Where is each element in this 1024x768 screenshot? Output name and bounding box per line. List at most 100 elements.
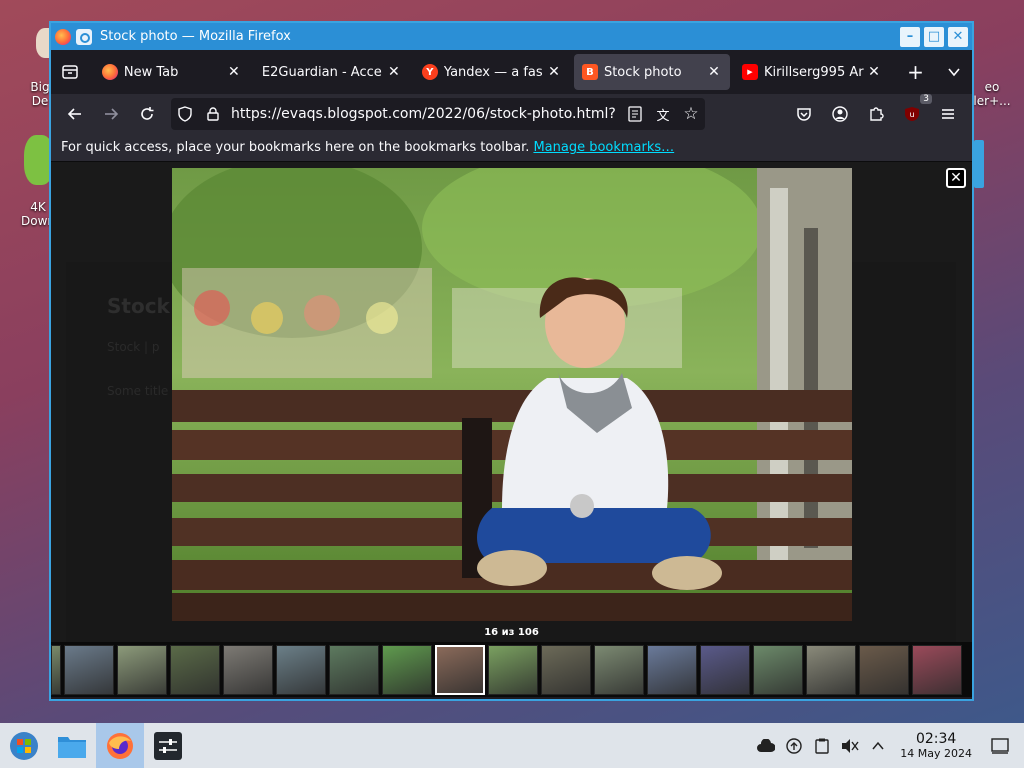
firefox-view-icon — [62, 65, 79, 79]
translate-icon[interactable]: 文 — [649, 105, 677, 124]
desktop-icon-bg-3 — [974, 140, 984, 188]
tab-stock-photo[interactable]: B Stock photo ✕ — [573, 54, 730, 90]
thumbnail[interactable] — [700, 644, 750, 695]
update-icon[interactable] — [780, 732, 808, 760]
file-manager-button[interactable] — [48, 723, 96, 768]
thumbnail[interactable] — [753, 644, 803, 695]
lightbox-photo[interactable] — [172, 168, 852, 621]
tab-new-tab[interactable]: New Tab ✕ — [94, 54, 250, 90]
firefox-view-button[interactable] — [51, 50, 90, 94]
tab-close-icon[interactable]: ✕ — [706, 64, 722, 80]
firefox-app-icon — [55, 28, 71, 45]
thumbnail[interactable] — [117, 644, 167, 695]
tab-close-icon[interactable]: ✕ — [866, 64, 882, 80]
manage-bookmarks-link[interactable]: Manage bookmarks… — [533, 140, 674, 155]
hamburger-menu-icon — [942, 109, 954, 119]
list-all-tabs-button[interactable] — [937, 54, 972, 90]
clock-date: 14 May 2024 — [900, 747, 972, 760]
thumbnail[interactable] — [594, 644, 644, 695]
close-button[interactable]: ✕ — [948, 26, 968, 47]
settings-taskbar-button[interactable] — [144, 723, 192, 768]
reload-button[interactable] — [129, 98, 165, 130]
thumbnail[interactable] — [329, 644, 379, 695]
thumbnail[interactable] — [859, 644, 909, 695]
thumbnail[interactable] — [223, 644, 273, 695]
clock[interactable]: 02:34 14 May 2024 — [900, 731, 972, 760]
volume-muted-icon[interactable] — [836, 732, 864, 760]
lightbox-counter: 16 из 106 — [484, 627, 539, 638]
tab-bar: New Tab ✕ E2Guardian - Acce ✕ Y Yandex —… — [51, 50, 972, 94]
tab-close-icon[interactable]: ✕ — [386, 64, 402, 80]
cloud-icon[interactable] — [752, 732, 780, 760]
yandex-favicon-icon: Y — [421, 64, 438, 80]
shield-icon[interactable] — [171, 106, 199, 122]
extensions-button[interactable] — [858, 98, 894, 130]
ublock-shield-icon: u — [905, 107, 919, 121]
show-desktop-icon[interactable] — [986, 732, 1014, 760]
tab-label: E2Guardian - Acce — [261, 64, 382, 80]
tab-kirillserg[interactable]: ▶ Kirillserg995 Ar ✕ — [734, 54, 890, 90]
thumbnail[interactable] — [64, 644, 114, 695]
pin-icon[interactable] — [76, 28, 92, 45]
folder-icon — [58, 736, 86, 758]
back-button[interactable] — [57, 98, 93, 130]
youtube-favicon-icon: ▶ — [741, 64, 758, 80]
clipboard-icon[interactable] — [808, 732, 836, 760]
url-bar[interactable]: https://evaqs.blogspot.com/2022/06/stock… — [171, 98, 705, 130]
lock-icon[interactable] — [199, 107, 227, 121]
thumbnail-strip[interactable] — [51, 642, 972, 697]
ublock-button[interactable]: u 3 — [894, 94, 932, 130]
firefox-taskbar-button[interactable] — [96, 723, 144, 768]
thumbnail[interactable] — [806, 644, 856, 695]
url-text[interactable]: https://evaqs.blogspot.com/2022/06/stock… — [231, 106, 621, 122]
thumbnail[interactable] — [541, 644, 591, 695]
arrow-left-icon — [67, 108, 81, 120]
reload-icon — [141, 107, 154, 120]
tab-close-icon[interactable]: ✕ — [226, 64, 242, 80]
chevron-down-icon — [948, 68, 961, 77]
lightbox-close-button[interactable]: ✕ — [946, 168, 966, 188]
start-menu-button[interactable] — [0, 723, 48, 768]
tab-label: Kirillserg995 Ar — [763, 64, 864, 80]
firefox-window: Stock photo — Mozilla Firefox – □ ✕ New … — [49, 21, 974, 701]
bookmarks-empty-message: For quick access, place your bookmarks h… — [61, 140, 530, 155]
forward-button[interactable] — [93, 98, 129, 130]
thumbnail[interactable] — [435, 644, 485, 695]
app-menu-button[interactable] — [930, 98, 966, 130]
bookmark-star-icon[interactable]: ☆ — [677, 104, 705, 124]
titlebar[interactable]: Stock photo — Mozilla Firefox – □ ✕ — [51, 23, 972, 50]
reader-view-icon[interactable] — [621, 106, 649, 122]
tab-close-icon[interactable]: ✕ — [546, 64, 562, 80]
thumbnail[interactable] — [170, 644, 220, 695]
post-body: Some title — [107, 384, 169, 398]
tab-e2guardian[interactable]: E2Guardian - Acce ✕ — [254, 54, 410, 90]
toolbar-right-icons: u 3 — [786, 94, 972, 130]
thumbnail[interactable] — [488, 644, 538, 695]
clock-time: 02:34 — [915, 731, 957, 747]
new-tab-button[interactable]: + — [898, 54, 933, 90]
tab-yandex[interactable]: Y Yandex — a fas ✕ — [414, 54, 570, 90]
photo-boy-on-bench — [172, 168, 852, 621]
thumbnail[interactable] — [51, 644, 61, 695]
arrow-right-icon — [105, 108, 119, 120]
maximize-button[interactable]: □ — [924, 26, 944, 47]
pocket-button[interactable] — [786, 98, 822, 130]
thumbnail[interactable] — [647, 644, 697, 695]
tab-label: Stock photo — [603, 64, 682, 80]
puzzle-icon — [870, 107, 884, 121]
taskbar: 02:34 14 May 2024 — [0, 723, 1024, 768]
thumbnail[interactable] — [912, 644, 962, 695]
thumbnail[interactable] — [276, 644, 326, 695]
navigation-toolbar: https://evaqs.blogspot.com/2022/06/stock… — [51, 94, 972, 134]
account-button[interactable] — [822, 98, 858, 130]
thumbnail[interactable] — [382, 644, 432, 695]
chevron-up-icon[interactable] — [864, 732, 892, 760]
firefox-favicon-icon — [101, 64, 118, 80]
blogger-favicon-icon: B — [581, 64, 598, 80]
post-title: Stock — [107, 294, 170, 318]
minimize-button[interactable]: – — [900, 26, 920, 47]
firefox-icon — [107, 732, 133, 759]
ublock-badge: 3 — [920, 94, 932, 104]
sliders-icon — [154, 731, 182, 760]
bookmarks-toolbar: For quick access, place your bookmarks h… — [51, 134, 972, 162]
